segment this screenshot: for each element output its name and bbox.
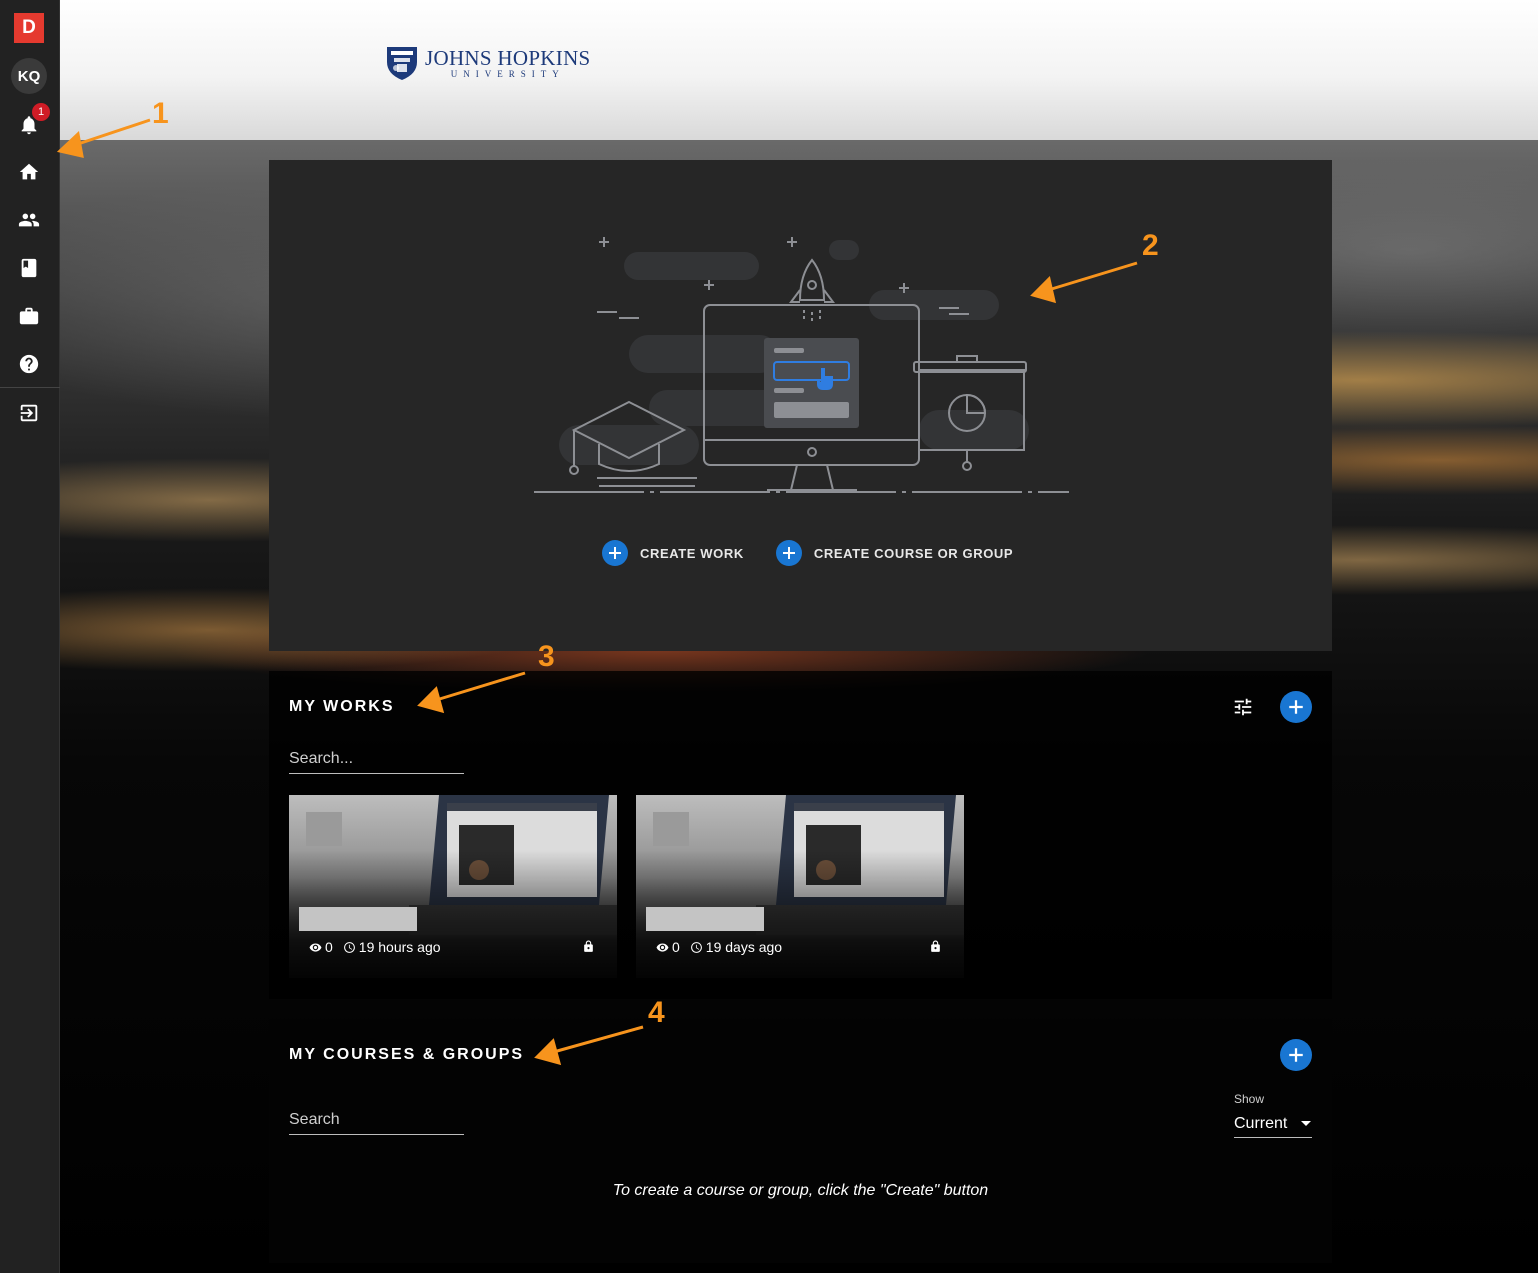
plus-icon xyxy=(1289,1048,1303,1062)
card-meta: 0 19 hours ago xyxy=(309,939,441,955)
clock-icon xyxy=(343,941,355,953)
create-work-label: CREATE WORK xyxy=(640,545,744,561)
card-thumbnail xyxy=(653,812,689,846)
sidebar-divider xyxy=(0,387,60,388)
empty-courses-message: To create a course or group, click the "… xyxy=(612,1182,989,1199)
work-card[interactable]: 0 19 hours ago xyxy=(289,795,617,978)
courses-search-input[interactable] xyxy=(289,1105,464,1135)
plus-icon xyxy=(775,540,802,566)
annotation-number: 3 xyxy=(538,640,555,673)
plus-icon xyxy=(602,540,628,566)
lock-icon xyxy=(584,940,593,952)
card-title-redacted xyxy=(299,907,417,931)
card-meta: 0 19 days ago xyxy=(656,939,782,955)
eye-icon xyxy=(309,942,322,952)
sidebar: D KQ 1 xyxy=(0,0,60,1273)
sidebar-item-home[interactable] xyxy=(14,157,44,187)
annotation-number: 4 xyxy=(648,996,665,1029)
tune-icon xyxy=(1234,698,1252,716)
card-title-redacted xyxy=(646,907,764,931)
card-time: 19 days ago xyxy=(705,939,783,955)
filter-button[interactable] xyxy=(1232,696,1254,718)
book-icon xyxy=(21,258,37,278)
my-courses-title: MY COURSES & GROUPS xyxy=(289,1046,525,1063)
show-filter: Show Current xyxy=(1234,1092,1312,1138)
add-course-button[interactable] xyxy=(1280,1039,1312,1071)
home-icon xyxy=(19,163,39,180)
works-search-input[interactable] xyxy=(289,744,464,774)
eye-icon xyxy=(656,942,669,952)
getting-started-panel: CREATE WORK CREATE COURSE OR GROUP xyxy=(269,160,1332,651)
annotation-number: 2 xyxy=(1142,229,1159,262)
sidebar-item-portfolio[interactable] xyxy=(14,301,44,331)
lock-icon xyxy=(931,940,940,952)
logo-subtitle: UNIVERSITY xyxy=(450,69,565,79)
card-views: 0 xyxy=(325,939,333,955)
rocket-illustration-icon xyxy=(534,237,1069,493)
help-icon xyxy=(19,354,39,374)
work-card[interactable]: 0 19 days ago xyxy=(636,795,964,978)
jhu-logo[interactable]: JOHNS HOPKINS UNIVERSITY xyxy=(385,44,591,82)
card-views: 0 xyxy=(672,939,680,955)
brand-logo[interactable]: D xyxy=(14,13,44,43)
add-work-button[interactable] xyxy=(1280,691,1312,723)
my-works-panel: MY WORKS 0 19 hours ago xyxy=(269,671,1332,999)
annotation-number: 1 xyxy=(152,97,169,130)
create-work-button[interactable]: CREATE WORK xyxy=(602,540,744,566)
sidebar-item-help[interactable] xyxy=(14,349,44,379)
my-works-title: MY WORKS xyxy=(289,698,395,715)
jhu-shield-icon xyxy=(387,47,417,80)
create-course-label: CREATE COURSE OR GROUP xyxy=(813,545,1014,561)
show-label: Show xyxy=(1234,1092,1265,1106)
show-select[interactable]: Current xyxy=(1234,1110,1312,1138)
show-value: Current xyxy=(1234,1114,1288,1132)
card-time: 19 hours ago xyxy=(358,939,441,955)
sidebar-item-people[interactable] xyxy=(14,205,44,235)
create-course-button[interactable]: CREATE COURSE OR GROUP xyxy=(775,540,1014,566)
sign-out-icon xyxy=(20,404,38,422)
sidebar-item-library[interactable] xyxy=(14,253,44,283)
avatar[interactable]: KQ xyxy=(11,58,47,94)
sidebar-item-logout[interactable] xyxy=(14,398,44,428)
plus-icon xyxy=(1289,700,1303,714)
logo-name: JOHNS HOPKINS xyxy=(425,46,591,70)
page-header: JOHNS HOPKINS UNIVERSITY xyxy=(60,0,1538,140)
people-icon xyxy=(18,213,40,227)
my-courses-panel: MY COURSES & GROUPS Show Current To crea… xyxy=(269,1019,1332,1263)
notification-badge: 1 xyxy=(32,103,50,121)
clock-icon xyxy=(690,941,702,953)
card-thumbnail xyxy=(306,812,342,846)
briefcase-icon xyxy=(19,307,39,325)
caret-down-icon xyxy=(1301,1120,1311,1126)
